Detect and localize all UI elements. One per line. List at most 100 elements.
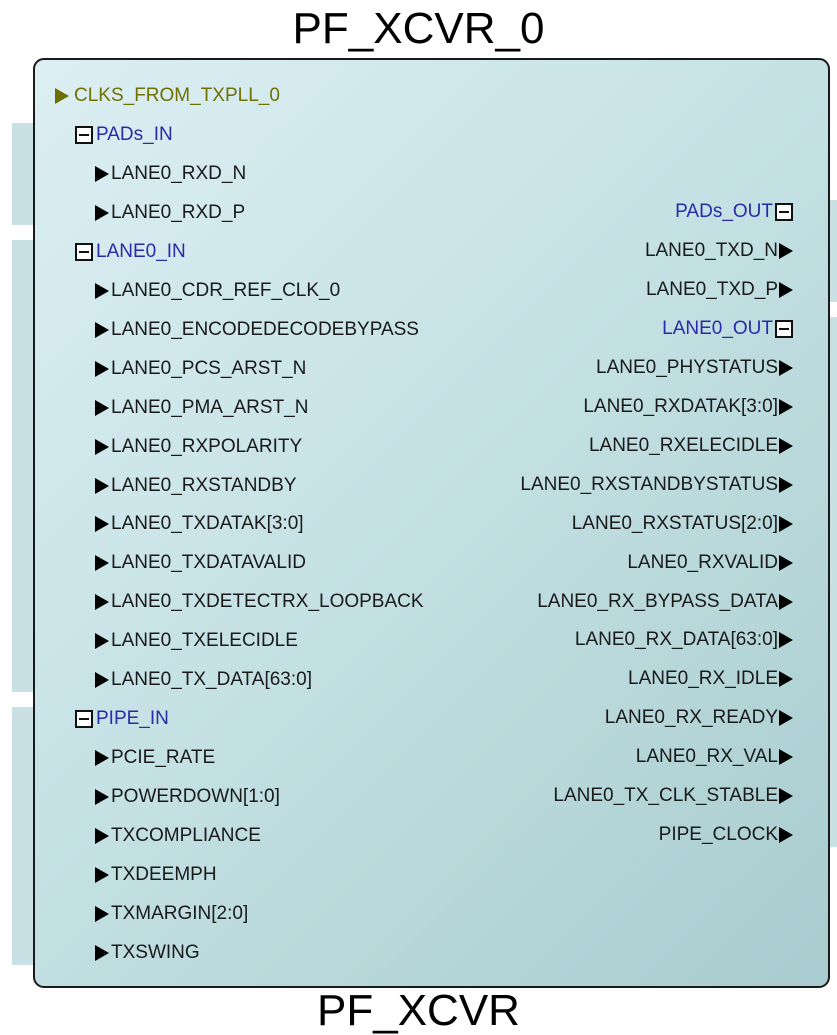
port-lane0-pcs-arst-n[interactable]: LANE0_PCS_ARST_N (73, 350, 306, 388)
port-pipe-clock[interactable]: PIPE_CLOCK (659, 816, 793, 854)
port-label: TXSWING (111, 941, 200, 963)
port-label: POWERDOWN[1:0] (111, 786, 280, 808)
port-label: LANE0_RXVALID (627, 551, 778, 573)
output-arrow-icon (779, 710, 793, 727)
input-arrow-icon (95, 867, 109, 883)
port-label: LANE0_PMA_ARST_N (111, 396, 309, 418)
output-arrow-icon (779, 281, 793, 298)
port-group-rail (12, 707, 33, 965)
port-label: LANE0_RX_VAL (635, 746, 778, 768)
collapse-icon[interactable] (75, 125, 93, 144)
port-pcie-rate[interactable]: PCIE_RATE (73, 739, 215, 777)
port-group-label: PADs_OUT (675, 201, 773, 222)
port-lane0-rxstandby[interactable]: LANE0_RXSTANDBY (73, 467, 297, 505)
input-arrow-icon (95, 321, 109, 338)
port-group-rail (830, 317, 837, 847)
input-arrow-icon (95, 750, 109, 767)
output-arrow-icon (779, 788, 793, 805)
port-lane0-rxstatus[interactable]: LANE0_RXSTATUS[2:0] (572, 505, 793, 543)
port-lane0-tx-clk-stable[interactable]: LANE0_TX_CLK_STABLE (553, 777, 793, 815)
port-lane0-tx-data[interactable]: LANE0_TX_DATA[63:0] (73, 661, 312, 699)
input-arrow-icon (95, 633, 109, 650)
port-group-lane0-in[interactable]: LANE0_IN (73, 233, 186, 271)
port-lane0-txd-n[interactable]: LANE0_TXD_N (645, 232, 793, 270)
port-group-pipe-in[interactable]: PIPE_IN (73, 700, 169, 738)
port-lane0-encodedecodebypass[interactable]: LANE0_ENCODEDECODEBYPASS (73, 311, 419, 349)
input-arrow-icon (95, 477, 109, 494)
port-lane0-rxd-p[interactable]: LANE0_RXD_P (73, 194, 245, 232)
port-label: LANE0_TXDETECTRX_LOOPBACK (111, 591, 424, 613)
port-label: LANE0_TXELECIDLE (111, 630, 298, 652)
port-txdeemph[interactable]: TXDEEMPH (73, 856, 217, 894)
port-group-rail (830, 200, 837, 302)
port-lane0-txdetectrx-loopback[interactable]: LANE0_TXDETECTRX_LOOPBACK (73, 583, 424, 621)
port-label: LANE0_RX_DATA[63:0] (574, 629, 778, 651)
port-lane0-rxd-n[interactable]: LANE0_RXD_N (73, 155, 246, 193)
port-lane0-rxpolarity[interactable]: LANE0_RXPOLARITY (73, 428, 302, 466)
port-label: LANE0_TX_DATA[63:0] (111, 669, 313, 691)
port-lane0-rxelecidle[interactable]: LANE0_RXELECIDLE (589, 427, 793, 465)
input-arrow-icon (95, 165, 109, 182)
clock-arrow-icon (55, 88, 69, 104)
port-lane0-phystatus[interactable]: LANE0_PHYSTATUS (596, 349, 793, 387)
input-arrow-icon (95, 672, 109, 689)
port-label: LANE0_TXD_N (644, 239, 778, 261)
collapse-icon[interactable] (775, 319, 793, 338)
port-powerdown[interactable]: POWERDOWN[1:0] (73, 778, 280, 816)
port-lane0-txdatavalid[interactable]: LANE0_TXDATAVALID (73, 544, 306, 582)
port-label: LANE0_RX_IDLE (628, 668, 778, 690)
port-group-lane0-out[interactable]: LANE0_OUT (662, 310, 793, 348)
input-arrow-icon (95, 828, 109, 845)
port-label: LANE0_RXSTATUS[2:0] (571, 512, 778, 534)
port-label: LANE0_RXPOLARITY (111, 435, 303, 457)
output-arrow-icon (779, 827, 793, 844)
collapse-icon[interactable] (75, 242, 93, 261)
port-group-rail (12, 240, 33, 692)
output-arrow-icon (779, 632, 793, 649)
port-label: LANE0_RXSTANDBYSTATUS (520, 473, 778, 495)
port-clks-from-txpll-0[interactable]: CLKS_FROM_TXPLL_0 (55, 77, 280, 115)
port-group-label: LANE0_IN (96, 240, 186, 262)
port-lane0-pma-arst-n[interactable]: LANE0_PMA_ARST_N (73, 389, 308, 427)
block-type-name: PF_XCVR (317, 986, 520, 1035)
port-lane0-rx-val[interactable]: LANE0_RX_VAL (636, 738, 793, 776)
input-arrow-icon (95, 399, 109, 416)
port-lane0-rxvalid[interactable]: LANE0_RXVALID (627, 544, 793, 582)
output-arrow-icon (779, 515, 793, 532)
collapse-icon[interactable] (775, 203, 793, 221)
port-lane0-rx-data[interactable]: LANE0_RX_DATA[63:0] (575, 621, 793, 659)
port-label: LANE0_TX_CLK_STABLE (553, 785, 778, 807)
port-lane0-rxstandbystatus[interactable]: LANE0_RXSTANDBYSTATUS (520, 466, 793, 504)
block-instance-name: PF_XCVR_0 (292, 4, 545, 53)
port-label: LANE0_TXD_P (645, 278, 778, 300)
port-lane0-txd-p[interactable]: LANE0_TXD_P (646, 271, 793, 309)
port-group-pads-out[interactable]: PADs_OUT (675, 193, 793, 231)
port-label: LANE0_RXD_N (111, 162, 247, 184)
port-txmargin[interactable]: TXMARGIN[2:0] (73, 895, 248, 933)
port-group-pads-in[interactable]: PADs_IN (73, 116, 173, 154)
port-lane0-cdr-ref-clk-0[interactable]: LANE0_CDR_REF_CLK_0 (73, 272, 340, 310)
port-lane0-rxdatak[interactable]: LANE0_RXDATAK[3:0] (583, 388, 793, 426)
output-arrow-icon (779, 671, 793, 688)
port-label: LANE0_RXSTANDBY (111, 474, 297, 496)
port-label: LANE0_PCS_ARST_N (111, 357, 307, 379)
port-lane0-rx-idle[interactable]: LANE0_RX_IDLE (628, 660, 793, 698)
port-group-rail (12, 123, 33, 225)
output-arrow-icon (779, 593, 793, 610)
port-group-label: LANE0_OUT (662, 317, 773, 339)
port-label: CLKS_FROM_TXPLL_0 (74, 85, 280, 106)
port-label: LANE0_RXDATAK[3:0] (583, 395, 778, 417)
output-arrow-icon (779, 242, 793, 259)
port-label: LANE0_RXELECIDLE (588, 434, 778, 456)
port-txcompliance[interactable]: TXCOMPLIANCE (73, 817, 261, 855)
pf-xcvr-block[interactable]: CLKS_FROM_TXPLL_0 PADs_IN LANE0_RXD_N LANE0… (33, 58, 830, 988)
output-arrow-icon (779, 398, 793, 415)
port-lane0-txdatak[interactable]: LANE0_TXDATAK[3:0] (73, 505, 304, 543)
port-txswing[interactable]: TXSWING (73, 934, 200, 972)
output-arrow-icon (779, 554, 793, 571)
port-label: LANE0_RXD_P (111, 201, 246, 223)
port-lane0-rx-ready[interactable]: LANE0_RX_READY (605, 699, 793, 737)
port-lane0-rx-bypass-data[interactable]: LANE0_RX_BYPASS_DATA (537, 583, 793, 621)
collapse-icon[interactable] (75, 710, 93, 729)
port-lane0-txelecidle[interactable]: LANE0_TXELECIDLE (73, 622, 298, 660)
